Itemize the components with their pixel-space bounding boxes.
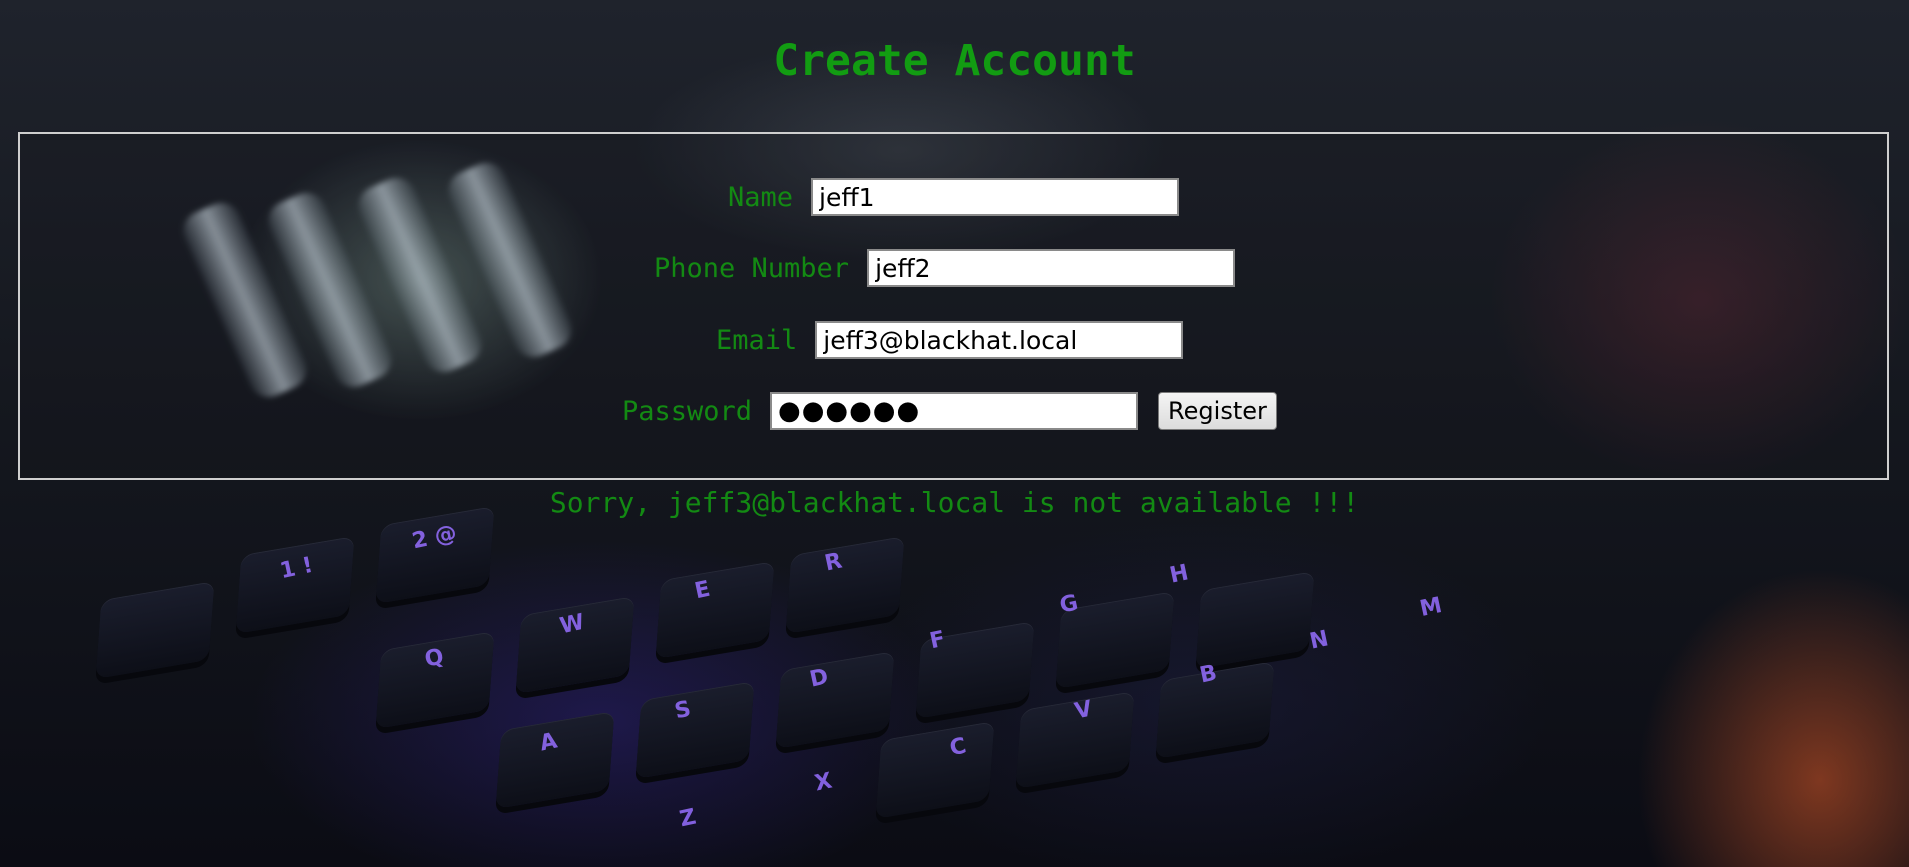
phone-label: Phone Number: [654, 252, 850, 284]
keyboard-key: [375, 506, 495, 604]
registration-form: Name Phone Number Email Password Registe…: [18, 132, 1889, 480]
keyboard-key: [635, 681, 755, 779]
keyboard-key: [875, 721, 995, 819]
keyboard-key: [1195, 571, 1315, 669]
password-label: Password: [622, 395, 753, 427]
key-glyph: N: [1307, 626, 1331, 655]
keyboard-key: [95, 581, 215, 679]
password-row: Password Register: [622, 392, 1277, 430]
availability-message: Sorry, jeff3@blackhat.local is not avail…: [549, 486, 1360, 519]
name-row: Name: [728, 178, 1180, 216]
key-glyph: W: [557, 609, 587, 640]
key-glyph: Z: [677, 804, 699, 833]
key-glyph: M: [1417, 592, 1445, 623]
email-label: Email: [716, 324, 798, 356]
keyboard-key: [495, 711, 615, 809]
keyboard-key: [775, 651, 895, 749]
key-glyph: G: [1057, 590, 1081, 619]
password-field[interactable]: [770, 392, 1139, 430]
keyboard-key: [235, 536, 355, 634]
key-glyph: H: [1167, 560, 1191, 589]
keyboard-key: [655, 561, 775, 659]
keyboard-key: [785, 536, 905, 634]
name-field[interactable]: [811, 178, 1180, 216]
phone-field[interactable]: [867, 249, 1236, 287]
key-glyph: X: [812, 768, 835, 797]
email-row: Email: [716, 321, 1184, 359]
page-title: Create Account: [773, 36, 1136, 86]
phone-row: Phone Number: [654, 249, 1236, 287]
register-button[interactable]: Register: [1158, 392, 1277, 430]
name-label: Name: [728, 181, 794, 213]
email-field[interactable]: [815, 321, 1184, 359]
